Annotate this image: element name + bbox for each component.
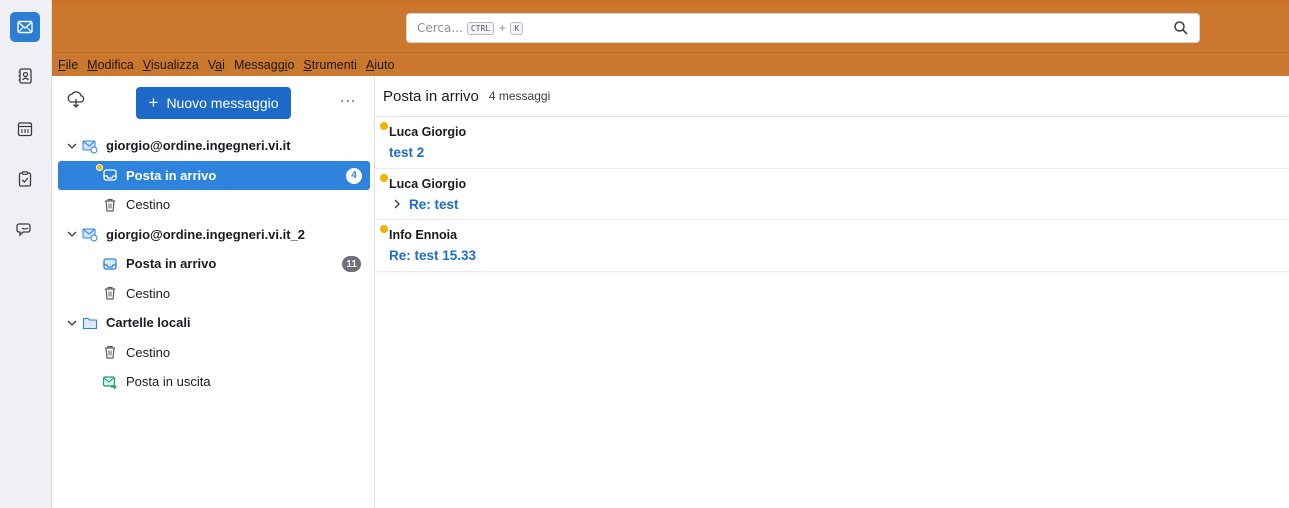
account-name: giorgio@ordine.ingegneri.vi.it_2: [106, 226, 306, 242]
global-search-input[interactable]: Cerca... CTRL + K: [406, 13, 1200, 43]
chevron-down-icon[interactable]: [66, 317, 78, 329]
inbox-icon: [103, 258, 117, 270]
chevron-right-icon[interactable]: [391, 198, 403, 210]
chat-space-button[interactable]: [10, 214, 40, 244]
chevron-down-icon[interactable]: [66, 140, 78, 152]
folder-label: Posta in arrivo: [126, 167, 217, 183]
thread-pane: Posta in arrivo 4 messaggi Luca Giorgio …: [375, 76, 1289, 508]
folder-label: Posta in uscita: [126, 374, 211, 390]
message-subject: Re: test: [389, 197, 459, 212]
shortcut-key-ctrl: CTRL: [466, 21, 495, 35]
message-subject: test 2: [389, 145, 425, 160]
title-bar: Cerca... CTRL + K: [52, 0, 1289, 52]
outbox-icon: [102, 376, 117, 390]
message-sender: Info Ennoia: [389, 228, 458, 242]
folder-pane: + Nuovo messaggio ... giorgio@ordine.ing…: [52, 76, 375, 508]
chevron-down-icon[interactable]: [66, 228, 78, 240]
menu-strumenti[interactable]: Strumenti: [303, 58, 357, 72]
new-message-label: Nuovo messaggio: [166, 95, 279, 111]
menu-bar: File Modifica Visualizza Vai Messaggio S…: [52, 52, 1289, 76]
message-count: 4 messaggi: [488, 89, 551, 103]
account-name: giorgio@ordine.ingegneri.vi.it: [106, 138, 291, 154]
calendar-space-button[interactable]: [10, 114, 40, 144]
get-messages-icon[interactable]: [66, 90, 86, 110]
folder-pane-more-button[interactable]: ...: [340, 90, 356, 106]
local-folders-row[interactable]: Cartelle locali: [52, 308, 375, 338]
menu-vai[interactable]: Vai: [208, 58, 225, 72]
folder-outbox-local[interactable]: Posta in uscita: [52, 367, 375, 397]
menu-modifica[interactable]: Modifica: [87, 58, 134, 72]
unread-dot: [380, 173, 388, 182]
shortcut-plus: +: [498, 22, 507, 34]
message-sender: Luca Giorgio: [389, 176, 467, 191]
tasks-icon: [18, 171, 32, 187]
message-sender: Luca Giorgio: [389, 125, 467, 139]
address-book-space-button[interactable]: [10, 61, 40, 91]
plus-icon: +: [148, 93, 159, 112]
mail-icon: [17, 20, 33, 34]
trash-icon: [105, 346, 115, 359]
mail-account-icon: [82, 228, 98, 242]
folder-label: Cestino: [126, 285, 171, 301]
new-mail-dot: [96, 163, 103, 171]
menu-messaggio[interactable]: Messaggio: [234, 58, 294, 72]
new-message-button[interactable]: + Nuovo messaggio: [136, 87, 291, 119]
message-card[interactable]: Info Ennoia Re: test 15.33: [375, 220, 1289, 272]
folder-label: Cestino: [126, 344, 171, 360]
mail-space-button[interactable]: [10, 12, 40, 42]
message-card[interactable]: Luca Giorgio test 2: [375, 117, 1289, 169]
message-subject: Re: test 15.33: [389, 248, 477, 263]
chat-icon: [16, 223, 31, 237]
spaces-toolbar: [0, 0, 52, 508]
mail-account-icon: [82, 140, 98, 154]
unread-count-badge: 4: [346, 167, 362, 184]
folder-trash-account-1[interactable]: Cestino: [52, 190, 375, 220]
message-card[interactable]: Luca Giorgio Re: test: [375, 168, 1289, 220]
menu-file[interactable]: File: [58, 58, 78, 72]
folder-label: Cestino: [126, 197, 171, 213]
folder-inbox-account-2[interactable]: Posta in arrivo 11: [52, 249, 375, 279]
unread-dot: [380, 122, 388, 130]
trash-icon: [105, 198, 115, 212]
search-placeholder: Cerca...: [417, 21, 463, 35]
unread-dot: [380, 225, 388, 233]
folder-title: Posta in arrivo: [383, 87, 479, 105]
folder-icon: [82, 317, 98, 329]
folder-trash-local[interactable]: Cestino: [52, 338, 375, 368]
unread-count-badge: 11: [342, 256, 361, 272]
folder-pane-header: + Nuovo messaggio ...: [52, 76, 375, 126]
shortcut-key-k: K: [510, 21, 524, 35]
thread-pane-header: Posta in arrivo 4 messaggi: [375, 76, 1289, 117]
folder-tree: giorgio@ordine.ingegneri.vi.it Posta in …: [52, 131, 375, 397]
folder-label: Posta in arrivo: [126, 256, 217, 272]
menu-visualizza[interactable]: Visualizza: [143, 58, 199, 72]
account-row-1[interactable]: giorgio@ordine.ingegneri.vi.it: [52, 131, 375, 161]
menu-aiuto[interactable]: Aiuto: [366, 58, 395, 72]
account-row-2[interactable]: giorgio@ordine.ingegneri.vi.it_2: [52, 220, 375, 250]
address-book-icon: [18, 68, 32, 84]
tasks-space-button[interactable]: [10, 164, 40, 194]
account-name: Cartelle locali: [106, 315, 191, 331]
folder-inbox-account-1[interactable]: Posta in arrivo 4: [58, 160, 370, 190]
search-icon[interactable]: [1173, 20, 1189, 36]
inbox-icon: [103, 169, 117, 181]
calendar-icon: [17, 122, 33, 137]
trash-icon: [105, 287, 115, 300]
folder-trash-account-2[interactable]: Cestino: [52, 279, 375, 309]
